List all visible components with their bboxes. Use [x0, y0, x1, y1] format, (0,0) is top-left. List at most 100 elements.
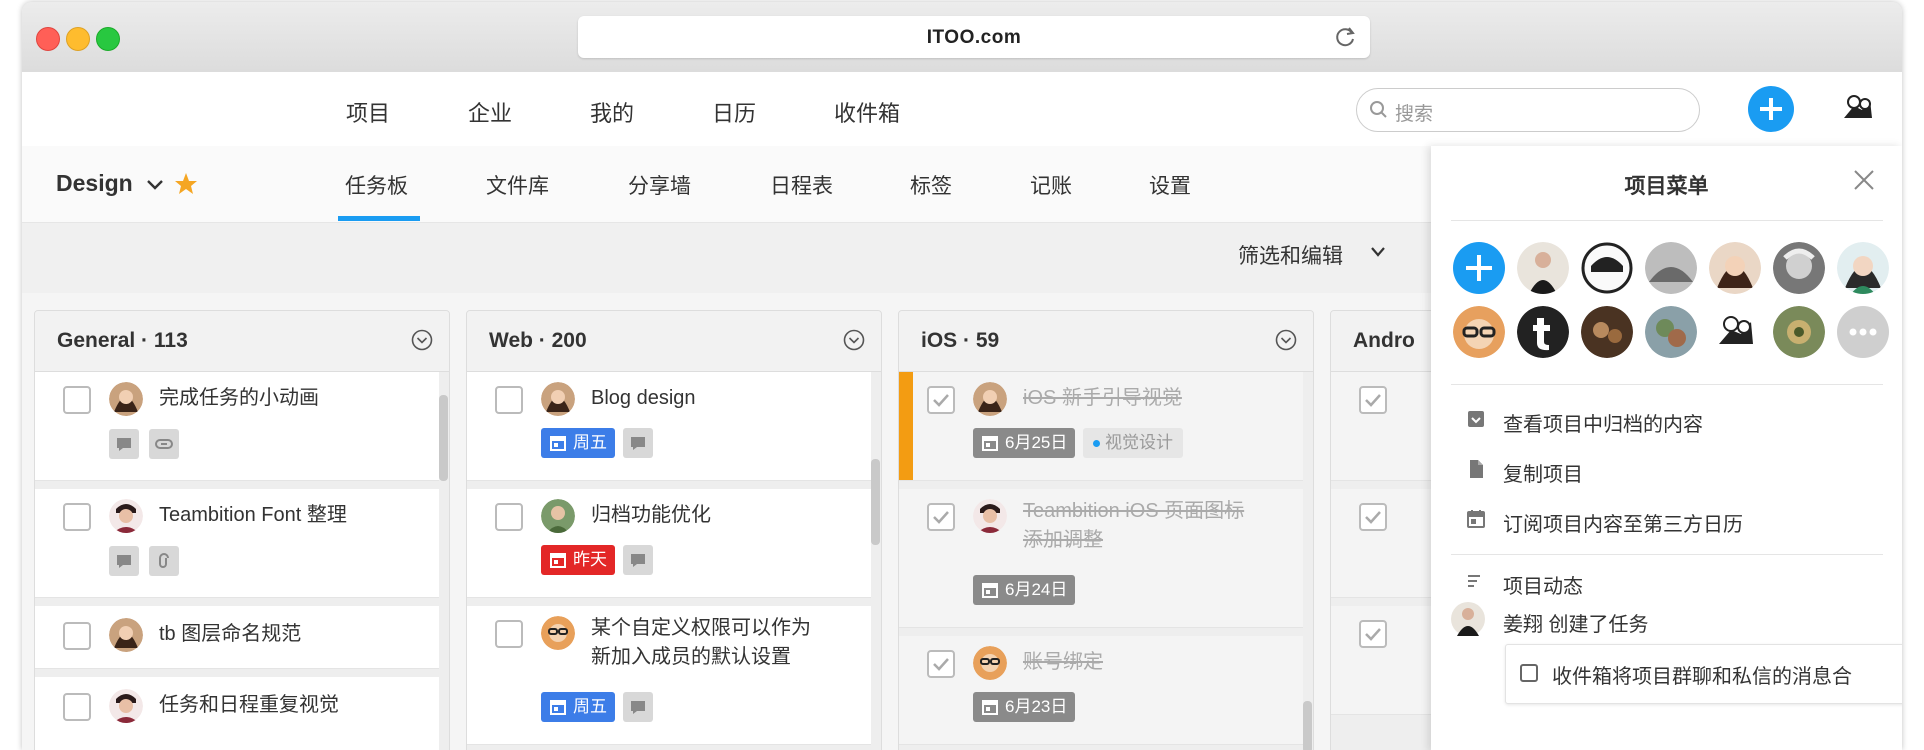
task-card[interactable]: 某个自定义权限可以作为 新加入成员的默认设置 周五: [467, 606, 871, 745]
zoom-window-button[interactable]: [96, 27, 120, 51]
task-title-line2: 新加入成员的默认设置: [591, 646, 791, 668]
comment-icon: [623, 545, 653, 575]
tab-share-wall[interactable]: 分享墙: [628, 170, 691, 200]
due-date-badge: 周五: [541, 428, 615, 458]
task-checkbox[interactable]: [495, 503, 523, 531]
nav-item-mine[interactable]: 我的: [590, 96, 634, 128]
task-checkbox[interactable]: [63, 693, 91, 721]
task-checkbox[interactable]: [1359, 503, 1387, 531]
column-header: iOS · 59: [899, 311, 1313, 372]
close-window-button[interactable]: [36, 27, 60, 51]
assignee-avatar: [541, 616, 575, 650]
column-scrollbar[interactable]: [439, 395, 448, 481]
member-avatar[interactable]: [1645, 306, 1697, 358]
nav-item-calendar[interactable]: 日历: [712, 96, 756, 128]
task-card[interactable]: tb 图层命名规范: [35, 606, 439, 669]
tag-label: 视觉设计: [1105, 433, 1173, 452]
task-title: Teambition Font 整理: [159, 504, 347, 526]
project-menu-panel: 项目菜单 查看项目中归档的内容 复制项目 订阅项目内容至第三方日历 项目动态 姜…: [1431, 146, 1902, 750]
nav-item-enterprise[interactable]: 企业: [468, 96, 512, 128]
member-avatar[interactable]: [1773, 242, 1825, 294]
task-card[interactable]: 任务和日程重复视觉: [35, 677, 439, 750]
member-avatar[interactable]: [1709, 306, 1761, 358]
active-tab-indicator: [338, 216, 420, 221]
task-card[interactable]: Teambition Font 整理: [35, 489, 439, 598]
url-text: ITOO.com: [926, 27, 1022, 48]
filter-edit-button[interactable]: 筛选和编辑: [1238, 240, 1385, 270]
assignee-avatar: [973, 499, 1007, 533]
task-checkbox[interactable]: [1359, 386, 1387, 414]
column-scrollbar[interactable]: [1303, 701, 1312, 750]
due-date-label: 6月24日: [1005, 580, 1068, 599]
member-avatar[interactable]: [1581, 242, 1633, 294]
assignee-avatar: [109, 618, 143, 652]
task-card[interactable]: 账号绑定 6月23日: [899, 636, 1303, 745]
chevron-down-icon[interactable]: [146, 178, 164, 192]
address-bar[interactable]: ITOO.com: [578, 16, 1370, 58]
task-title: 账号绑定: [1023, 651, 1103, 673]
task-checkbox[interactable]: [63, 386, 91, 414]
activity-list-icon: [1468, 575, 1480, 587]
tag-chip: 视觉设计: [1083, 428, 1183, 458]
activity-task-card[interactable]: 收件箱将项目群聊和私信的消息合: [1505, 644, 1902, 704]
task-checkbox[interactable]: [1359, 620, 1387, 648]
task-checkbox[interactable]: [63, 503, 91, 531]
column-menu-icon[interactable]: [411, 329, 433, 351]
tab-settings[interactable]: 设置: [1149, 170, 1191, 200]
due-date-label: 昨天: [573, 550, 607, 569]
column-header: Web · 200: [467, 311, 881, 372]
menu-item-label: 查看项目中归档的内容: [1503, 414, 1703, 436]
close-icon[interactable]: [1852, 168, 1876, 192]
user-avatar[interactable]: [1836, 88, 1878, 130]
due-date-badge: 6月23日: [973, 692, 1076, 722]
reload-icon[interactable]: [1332, 24, 1358, 50]
minimize-window-button[interactable]: [66, 27, 90, 51]
search-input[interactable]: 搜索: [1356, 88, 1700, 132]
task-checkbox[interactable]: [63, 622, 91, 650]
create-button[interactable]: [1748, 86, 1794, 132]
member-avatar[interactable]: [1773, 306, 1825, 358]
tab-tags[interactable]: 标签: [910, 170, 952, 200]
member-avatar[interactable]: [1581, 306, 1633, 358]
column-general: General · 113 完成任务的小动画 Teambition Font 整…: [34, 310, 450, 750]
assignee-avatar: [973, 382, 1007, 416]
more-members-button[interactable]: [1837, 306, 1889, 358]
member-avatar[interactable]: [1837, 242, 1889, 294]
task-card[interactable]: Teambition iOS 页面图标 添加调整 6月24日: [899, 489, 1303, 628]
member-avatar[interactable]: [1453, 306, 1505, 358]
star-icon[interactable]: [174, 172, 198, 196]
column-menu-icon[interactable]: [843, 329, 865, 351]
tab-accounting[interactable]: 记账: [1030, 170, 1072, 200]
activity-task-title: 收件箱将项目群聊和私信的消息合: [1552, 666, 1852, 688]
panel-title: 项目菜单: [1624, 175, 1709, 198]
task-card[interactable]: 归档功能优化 昨天: [467, 489, 871, 598]
member-avatar[interactable]: [1709, 242, 1761, 294]
column-title: Andro: [1353, 329, 1415, 352]
task-checkbox[interactable]: [927, 386, 955, 414]
task-checkbox[interactable]: [927, 650, 955, 678]
task-checkbox[interactable]: [1520, 664, 1538, 682]
task-card[interactable]: Blog design 周五: [467, 372, 871, 481]
column-scrollbar[interactable]: [871, 459, 880, 545]
task-checkbox[interactable]: [495, 620, 523, 648]
calendar-icon: [550, 436, 566, 451]
tab-files[interactable]: 文件库: [486, 170, 549, 200]
task-checkbox[interactable]: [927, 503, 955, 531]
column-menu-icon[interactable]: [1275, 329, 1297, 351]
tab-taskboard[interactable]: 任务板: [345, 170, 408, 200]
column-header: General · 113: [35, 311, 449, 372]
task-card[interactable]: 完成任务的小动画: [35, 372, 439, 481]
nav-item-projects[interactable]: 项目: [346, 96, 390, 128]
divider: [1451, 554, 1883, 555]
task-card[interactable]: iOS 新手引导视觉 6月25日 视觉设计: [899, 372, 1303, 481]
member-avatar[interactable]: [1517, 242, 1569, 294]
project-name[interactable]: Design: [56, 170, 133, 197]
task-title-line2: 添加调整: [1023, 529, 1103, 551]
task-checkbox[interactable]: [495, 386, 523, 414]
due-date-label: 6月23日: [1005, 697, 1068, 716]
tab-schedule[interactable]: 日程表: [770, 170, 833, 200]
member-avatar[interactable]: [1517, 306, 1569, 358]
nav-item-inbox[interactable]: 收件箱: [834, 96, 900, 128]
member-avatar[interactable]: [1645, 242, 1697, 294]
add-member-button[interactable]: [1453, 242, 1505, 294]
